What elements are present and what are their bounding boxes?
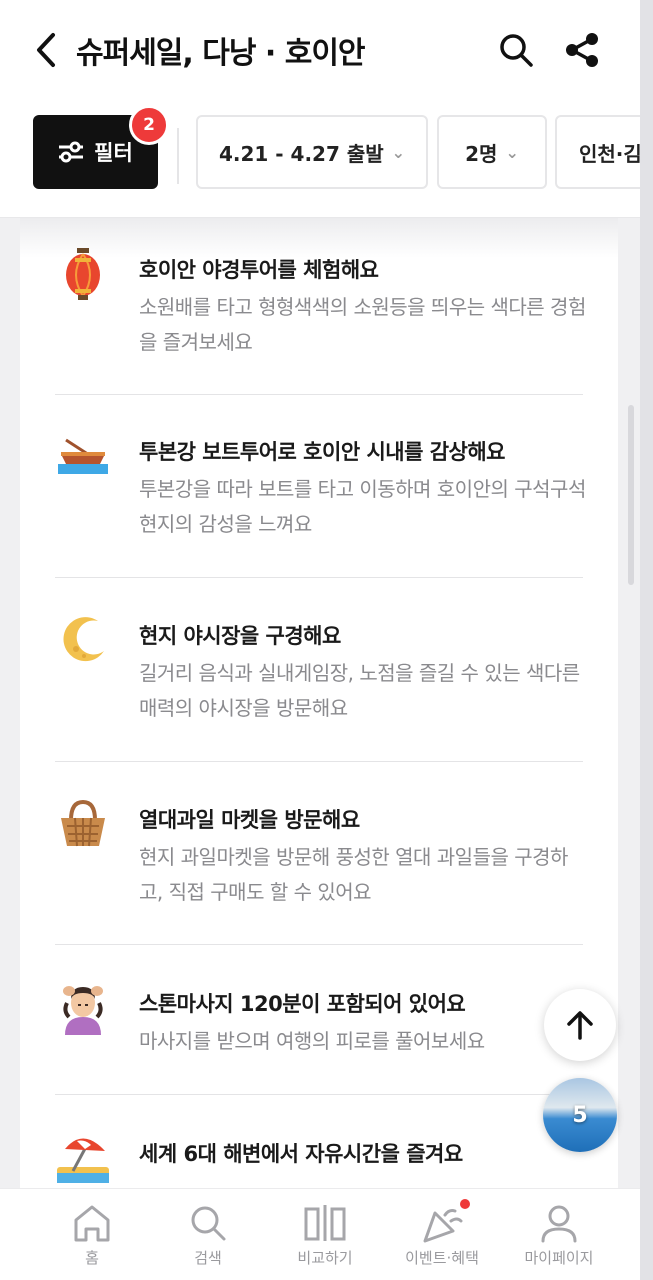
people-label: 2명	[465, 141, 498, 166]
back-button[interactable]	[28, 30, 64, 70]
crescent-moon-icon	[55, 612, 111, 668]
share-button[interactable]	[562, 30, 602, 70]
list-divider	[55, 1094, 583, 1095]
bottom-nav: 홈 검색 비교하기 이벤트·혜택 마이페이지	[0, 1188, 640, 1280]
chevron-down-icon: ⌄	[505, 142, 519, 162]
nav-label: 이벤트·혜택	[405, 1249, 479, 1267]
filter-divider	[177, 128, 179, 184]
item-description: 소원배를 타고 형형색색의 소원등을 띄우는 색다른 경험을 즐겨보세요	[139, 295, 586, 354]
page-title: 슈퍼세일, 다낭 · 호이안	[76, 36, 366, 71]
sliders-icon	[59, 141, 84, 163]
massage-icon	[55, 980, 111, 1036]
list-divider	[55, 394, 583, 395]
search-button[interactable]	[496, 30, 536, 70]
search-icon	[191, 1206, 226, 1241]
header: 슈퍼세일, 다낭 · 호이안	[0, 0, 640, 100]
list-item: 현지 야시장을 구경해요 길거리 음식과 실내게임장, 노점을 즐길 수 있는 …	[55, 612, 583, 732]
nav-search[interactable]: 검색	[153, 1203, 263, 1268]
nav-events[interactable]: 이벤트·혜택	[387, 1203, 497, 1268]
nav-label: 검색	[194, 1249, 222, 1267]
filter-count-badge: 2	[129, 105, 169, 145]
item-title: 세계 6대 해변에서 자유시간을 즐겨요	[139, 1142, 463, 1166]
list-item: 스톤마사지 120분이 포함되어 있어요 마사지를 받으며 여행의 피로를 풀어…	[55, 980, 583, 1070]
home-icon	[74, 1205, 110, 1242]
search-icon	[500, 34, 533, 67]
share-icon	[566, 33, 598, 67]
departure-chip[interactable]: 인천·김	[555, 115, 640, 189]
item-description: 투본강을 따라 보트를 타고 이동하며 호이안의 구석구석 현지의 감성을 느껴…	[139, 477, 586, 536]
item-title: 현지 야시장을 구경해요	[139, 624, 341, 648]
nav-label: 홈	[85, 1249, 99, 1267]
item-title: 투본강 보트투어로 호이안 시내를 감상해요	[139, 440, 506, 464]
scroll-to-top-button[interactable]	[544, 989, 616, 1061]
arrow-up-icon	[567, 1011, 593, 1040]
window-scroll-edge	[640, 0, 653, 1280]
departure-label: 인천·김	[579, 141, 640, 166]
date-chip[interactable]: 4.21 - 4.27 출발 ⌄	[196, 115, 428, 189]
lantern-icon	[55, 246, 111, 302]
list-item: 열대과일 마켓을 방문해요 현지 과일마켓을 방문해 풍성한 열대 과일들을 구…	[55, 796, 583, 916]
notification-dot	[460, 1199, 470, 1209]
nav-compare[interactable]: 비교하기	[270, 1203, 380, 1268]
chevron-left-icon	[37, 33, 55, 67]
nav-mypage[interactable]: 마이페이지	[504, 1203, 614, 1268]
people-chip[interactable]: 2명 ⌄	[437, 115, 547, 189]
item-title: 스톤마사지 120분이 포함되어 있어요	[139, 992, 466, 1016]
list-divider	[55, 944, 583, 945]
nav-label: 비교하기	[297, 1249, 353, 1267]
list-item: 호이안 야경투어를 체험해요 소원배를 타고 형형색색의 소원등을 띄우는 색다…	[55, 246, 586, 366]
item-title: 호이안 야경투어를 체험해요	[139, 258, 379, 282]
list-item: 투본강 보트투어로 호이안 시내를 감상해요 투본강을 따라 보트를 타고 이동…	[55, 428, 586, 548]
rowboat-icon	[55, 428, 111, 484]
list-divider	[55, 761, 583, 762]
item-description: 마사지를 받으며 여행의 피로를 풀어보세요	[139, 1029, 485, 1053]
basket-icon	[55, 796, 111, 852]
beach-umbrella-icon	[55, 1130, 111, 1186]
nav-home[interactable]: 홈	[37, 1203, 147, 1268]
recently-viewed-button[interactable]: 5	[543, 1078, 617, 1152]
filter-label: 필터	[94, 141, 133, 165]
scrollbar[interactable]	[628, 405, 634, 585]
filter-bar: 필터 4.21 - 4.27 출발 ⌄ 2명 ⌄ 인천·김	[0, 100, 640, 218]
item-description: 현지 과일마켓을 방문해 풍성한 열대 과일들을 구경하고, 직접 구매도 할 …	[139, 845, 568, 904]
party-popper-icon	[423, 1209, 463, 1243]
nav-label: 마이페이지	[524, 1249, 594, 1267]
recently-viewed-count: 5	[572, 1102, 588, 1128]
list-item: 세계 6대 해변에서 자유시간을 즐겨요	[55, 1130, 583, 1190]
person-icon	[541, 1205, 577, 1243]
item-description: 길거리 음식과 실내게임장, 노점을 즐길 수 있는 색다른 매력의 야시장을 …	[139, 661, 580, 720]
date-label: 4.21 - 4.27 출발	[218, 141, 384, 166]
list-divider	[55, 577, 583, 578]
item-title: 열대과일 마켓을 방문해요	[139, 808, 360, 832]
chevron-down-icon: ⌄	[391, 142, 406, 162]
compare-icon	[304, 1205, 346, 1241]
